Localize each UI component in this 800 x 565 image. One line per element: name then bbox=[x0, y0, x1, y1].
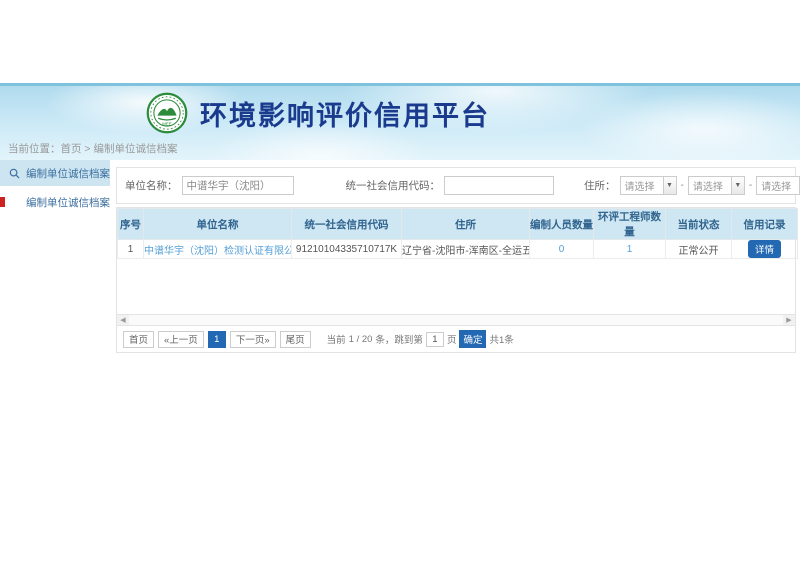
current-page-button[interactable]: 1 bbox=[208, 331, 226, 348]
unit-name-label: 单位名称： bbox=[125, 178, 178, 193]
scroll-left-arrow-icon[interactable]: ◀ bbox=[117, 315, 129, 325]
chevron-down-icon: ▼ bbox=[731, 177, 744, 194]
sidebar-group-credit-archive[interactable]: 编制单位诚信档案 bbox=[0, 160, 110, 188]
pagination-info: 当前 1 / 20 条，跳到第 页 确定 共1条 bbox=[327, 330, 514, 348]
search-filter-panel: 单位名称： 统一社会信用代码： 住所： 请选择 ▼ - 请选择 ▼ - 请选择 … bbox=[116, 167, 796, 204]
scroll-right-arrow-icon[interactable]: ▶ bbox=[783, 315, 795, 325]
breadcrumb: 当前位置：首页 > 编制单位诚信档案 bbox=[8, 141, 177, 156]
sidebar: 编制单位诚信档案 编制单位诚信档案 bbox=[0, 160, 110, 216]
pagination-count: 1 / 20 bbox=[349, 334, 373, 345]
first-page-button[interactable]: 首页 bbox=[123, 331, 154, 348]
prev-page-button[interactable]: «上一页 bbox=[158, 331, 204, 348]
col-header-unit-name: 单位名称 bbox=[144, 209, 292, 240]
credit-code-label: 统一社会信用代码： bbox=[346, 178, 441, 193]
col-header-credit-record: 信用记录 bbox=[732, 209, 798, 240]
table-header-row: 序号 单位名称 统一社会信用代码 住所 编制人员数量 环评工程师数量 当前状态 … bbox=[118, 209, 798, 240]
chevron-down-icon: ▼ bbox=[663, 177, 676, 194]
results-panel: 序号 单位名称 统一社会信用代码 住所 编制人员数量 环评工程师数量 当前状态 … bbox=[116, 207, 796, 353]
cell-status: 正常公开 bbox=[666, 240, 732, 259]
unit-name-input[interactable] bbox=[182, 176, 294, 195]
pagination-unit: 条，跳到第 bbox=[375, 332, 423, 346]
col-header-status: 当前状态 bbox=[666, 209, 732, 240]
pagination-total: 共1条 bbox=[489, 332, 513, 346]
results-table: 序号 单位名称 统一社会信用代码 住所 编制人员数量 环评工程师数量 当前状态 … bbox=[117, 208, 798, 259]
residence-label: 住所： bbox=[584, 178, 616, 193]
pagination-page-suffix: 页 bbox=[447, 332, 457, 346]
col-header-engineer-count: 环评工程师数量 bbox=[594, 209, 666, 240]
table-empty-area bbox=[117, 259, 795, 314]
header-banner: MEE 环境影响评价信用平台 当前位置：首页 > 编制单位诚信档案 bbox=[0, 83, 800, 160]
city-select-value: 请选择 bbox=[689, 178, 731, 193]
col-header-staff-count: 编制人员数量 bbox=[530, 209, 594, 240]
sidebar-item-credit-archive[interactable]: 编制单位诚信档案 bbox=[0, 188, 110, 216]
table-row: 1 中谱华宇（沈阳）检测认证有限公司 91210104335710717K 辽宁… bbox=[118, 240, 798, 259]
district-select-value: 请选择 bbox=[757, 178, 799, 193]
svg-text:MEE: MEE bbox=[162, 121, 172, 126]
pagination-current-label: 当前 bbox=[327, 332, 346, 346]
pagination-bar: 首页 «上一页 1 下一页» 尾页 当前 1 / 20 条，跳到第 页 确定 共… bbox=[117, 326, 795, 352]
unit-name-link[interactable]: 中谱华宇（沈阳）检测认证有限公司 bbox=[144, 246, 292, 257]
select-separator: - bbox=[681, 180, 684, 191]
col-header-no: 序号 bbox=[118, 209, 144, 240]
province-select-value: 请选择 bbox=[621, 178, 663, 193]
page-jump-input[interactable] bbox=[426, 332, 444, 347]
cell-address: 辽宁省-沈阳市-浑南区-全运五路35-1号楼902 bbox=[402, 240, 530, 259]
select-separator: - bbox=[749, 180, 752, 191]
sidebar-group-label: 编制单位诚信档案 bbox=[26, 166, 110, 181]
page-title: 环境影响评价信用平台 bbox=[200, 94, 490, 133]
search-icon bbox=[9, 168, 20, 179]
credit-code-input[interactable] bbox=[444, 176, 554, 195]
sidebar-item-label: 编制单位诚信档案 bbox=[26, 195, 110, 210]
residence-district-select[interactable]: 请选择 ▼ bbox=[756, 176, 800, 195]
last-page-button[interactable]: 尾页 bbox=[280, 331, 311, 348]
staff-count-link[interactable]: 0 bbox=[559, 244, 565, 255]
brand: MEE 环境影响评价信用平台 bbox=[146, 92, 490, 134]
residence-province-select[interactable]: 请选择 ▼ bbox=[620, 176, 677, 195]
col-header-credit-code: 统一社会信用代码 bbox=[292, 209, 402, 240]
cell-no: 1 bbox=[118, 240, 144, 259]
col-header-address: 住所 bbox=[402, 209, 530, 240]
cell-credit-code: 91210104335710717K bbox=[292, 240, 402, 259]
detail-button[interactable]: 详情 bbox=[748, 240, 781, 258]
residence-city-select[interactable]: 请选择 ▼ bbox=[688, 176, 745, 195]
banner-top-strip bbox=[0, 83, 800, 86]
top-whitespace bbox=[0, 0, 800, 83]
engineer-count-link[interactable]: 1 bbox=[627, 244, 633, 255]
next-page-button[interactable]: 下一页» bbox=[230, 331, 276, 348]
horizontal-scrollbar[interactable]: ◀ ▶ bbox=[117, 314, 795, 326]
active-item-marker bbox=[0, 197, 5, 207]
page-jump-confirm-button[interactable]: 确定 bbox=[459, 330, 486, 348]
platform-logo-icon: MEE bbox=[146, 92, 188, 134]
